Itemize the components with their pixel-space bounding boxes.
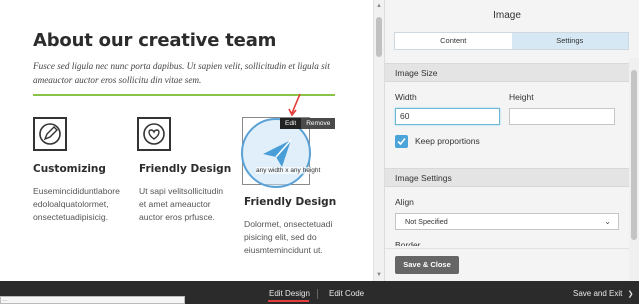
chevron-down-icon: ⌄ xyxy=(604,217,611,226)
scroll-down-arrow-icon[interactable]: ▼ xyxy=(376,272,382,278)
paper-plane-icon xyxy=(263,139,292,167)
feature-body[interactable]: Ut sapi velitsollicitudin et amet ameauc… xyxy=(139,185,223,224)
panel-scroll-thumb[interactable] xyxy=(631,70,637,240)
panel-scrollbar[interactable] xyxy=(629,58,639,281)
image-properties-panel: Image Content Settings Image Size Width … xyxy=(384,0,639,281)
height-input[interactable] xyxy=(509,108,615,125)
panel-title: Image xyxy=(493,10,521,21)
design-canvas[interactable]: About our creative team Fusce sed ligula… xyxy=(0,0,373,281)
image-remove-button[interactable]: Remove xyxy=(301,118,336,129)
canvas-scrollbar[interactable]: ▲ ▼ xyxy=(373,0,384,281)
check-icon xyxy=(397,137,406,146)
save-and-exit-button[interactable]: Save and Exit ❯ xyxy=(573,289,633,298)
heart-icon[interactable] xyxy=(137,117,171,151)
pencil-icon[interactable] xyxy=(33,117,67,151)
align-label: Align xyxy=(395,197,414,207)
section-image-settings[interactable]: Image Settings xyxy=(385,168,629,187)
feature-body[interactable]: Eusemincididuntlabore edoloalquatolormet… xyxy=(33,185,120,224)
red-arrow-annotation xyxy=(288,93,301,117)
width-label: Width xyxy=(395,92,417,102)
section-intro[interactable]: Fusce sed ligula nec nunc porta dapibus.… xyxy=(33,59,343,87)
feature-title[interactable]: Customizing xyxy=(33,163,106,175)
save-close-button[interactable]: Save & Close xyxy=(395,256,459,274)
image-toolbar: Edit Remove xyxy=(280,118,336,129)
feature-body[interactable]: Dolormet, onsectetuadi pisicing elit, se… xyxy=(244,218,332,257)
active-tab-indicator xyxy=(268,300,309,302)
border-label: Border xyxy=(395,240,421,246)
height-label: Height xyxy=(509,92,534,102)
panel-footer: Save & Close xyxy=(385,248,629,281)
panel-tabs: Content Settings xyxy=(394,32,629,50)
align-select[interactable]: Not Specified ⌄ xyxy=(395,213,619,230)
tab-settings[interactable]: Settings xyxy=(511,33,628,49)
scroll-up-arrow-icon[interactable]: ▲ xyxy=(376,3,382,9)
canvas-scroll-thumb[interactable] xyxy=(376,17,382,57)
image-edit-button[interactable]: Edit xyxy=(280,118,302,129)
width-input[interactable]: 60 xyxy=(395,108,500,125)
keep-proportions-label[interactable]: Keep proportions xyxy=(415,136,480,146)
feature-title[interactable]: Friendly Design xyxy=(139,163,231,175)
edit-code-tab[interactable]: Edit Code xyxy=(329,289,364,298)
section-image-size[interactable]: Image Size xyxy=(385,63,629,82)
section-heading[interactable]: About our creative team xyxy=(33,30,276,51)
edit-design-tab[interactable]: Edit Design xyxy=(269,289,310,298)
tab-content[interactable]: Content xyxy=(395,33,512,49)
chevron-right-icon: ❯ xyxy=(627,291,634,298)
image-size-note: any width x any height xyxy=(256,167,321,174)
status-tooltip: ... xyxy=(0,296,185,304)
bottom-separator xyxy=(317,289,318,299)
keep-proportions-checkbox[interactable] xyxy=(395,135,408,148)
feature-title[interactable]: Friendly Design xyxy=(244,196,336,208)
